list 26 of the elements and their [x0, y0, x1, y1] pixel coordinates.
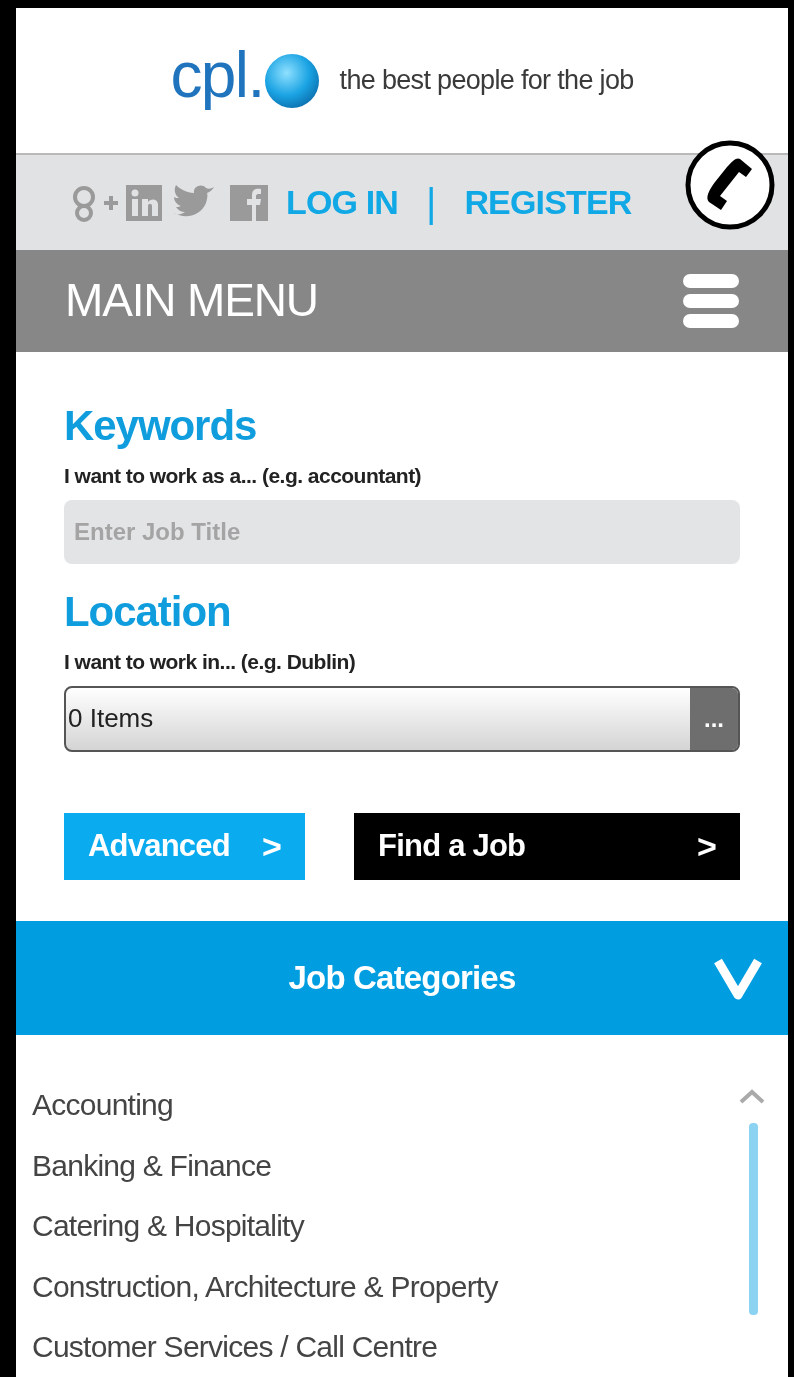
scroll-up-icon[interactable] — [738, 1087, 766, 1104]
location-heading: Location — [64, 586, 232, 637]
find-job-button[interactable]: Find a Job > — [354, 812, 740, 880]
scrollbar[interactable] — [749, 1122, 758, 1315]
category-item[interactable]: Customer Services / Call Centre — [32, 1316, 788, 1377]
globe-icon — [263, 52, 320, 109]
category-item[interactable]: Catering & Hospitality — [32, 1195, 788, 1256]
menu-title: MAIN MENU — [65, 273, 318, 329]
location-value: 0 Items — [67, 702, 155, 736]
chevron-down-icon[interactable] — [714, 956, 762, 1001]
location-label: I want to work in... (e.g. Dublin) — [64, 649, 357, 676]
browse-button[interactable]: ... — [690, 687, 738, 750]
category-item[interactable]: Banking & Finance — [32, 1135, 788, 1196]
category-item[interactable]: Accounting — [32, 1074, 788, 1135]
tagline: the best people for the job — [339, 64, 634, 98]
categories-title: Job Categories — [288, 957, 516, 998]
keywords-label: I want to work as a... (e.g. accountant) — [64, 463, 423, 490]
separator: | — [426, 182, 437, 223]
logo-text: cpl. — [170, 42, 264, 113]
keywords-heading: Keywords — [64, 400, 258, 451]
facebook-icon[interactable] — [228, 182, 270, 223]
location-select[interactable]: 0 Items ... — [64, 685, 740, 752]
phone-button[interactable] — [684, 139, 776, 232]
menu-icon[interactable] — [682, 272, 740, 330]
job-title-field[interactable]: Enter Job Title — [64, 499, 740, 564]
category-item[interactable]: Construction, Architecture & Property — [32, 1256, 788, 1317]
